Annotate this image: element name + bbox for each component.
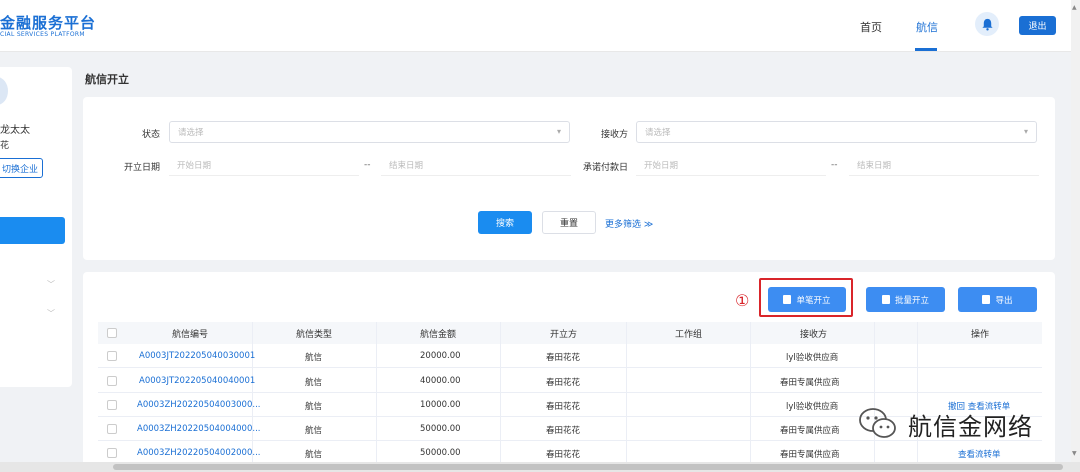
notification-button[interactable] [975,12,999,36]
column-header: 开立方 [550,330,578,340]
wechat-icon [859,408,896,438]
sidebar-item-active[interactable] [0,217,65,244]
nav-active-indicator [915,48,937,51]
row-issuer: 春田花花 [546,353,581,363]
document-icon [783,295,792,304]
logo-title: 金融服务平台 [0,14,97,32]
open-date-label: 开立日期 [123,163,160,173]
status-placeholder: 请选择 [178,128,204,138]
row-type: 航信 [305,450,323,460]
date-separator: -- [831,160,838,170]
user-company: 花 [0,141,10,151]
batch-open-button[interactable]: 批量开立 [866,287,945,312]
row-amount: 20000.00 [420,351,461,361]
scroll-up-icon[interactable]: ▲ [1072,4,1077,11]
column-header: 操作 [971,330,990,340]
column-header: 工作组 [675,330,703,340]
logout-button[interactable]: 退出 [1019,16,1056,35]
row-checkbox[interactable] [107,448,117,458]
row-checkbox[interactable] [107,376,117,386]
row-type: 航信 [305,426,323,436]
status-label: 状态 [141,130,160,140]
row-issuer: 春田花花 [546,378,581,388]
batch-open-label: 批量开立 [894,295,929,306]
receiver-label: 接收方 [600,130,628,140]
row-receiver: 春田专属供应商 [780,426,840,436]
column-header: 航信编号 [172,330,209,340]
select-all-checkbox[interactable] [107,328,117,338]
copy-icon [881,295,890,304]
switch-company-button[interactable]: 切换企业 [0,158,43,178]
column-header: 接收方 [800,330,828,340]
chevron-down-icon[interactable]: ﹀ [47,279,55,290]
row-issuer: 春田花花 [546,426,581,436]
row-receiver: 春田专属供应商 [780,450,840,460]
row-issuer: 春田花花 [546,402,581,412]
chevron-down-icon: ▾ [556,127,561,136]
page-title: 航信开立 [85,73,129,86]
receiver-placeholder: 请选择 [645,128,671,138]
promise-date-start[interactable]: 开始日期 [636,154,826,176]
top-bar: 金融服务平台 CIAL SERVICES PLATFORM 首页 航信 退出 [0,0,1080,52]
user-name: 龙太太 [0,125,30,136]
open-date-end[interactable]: 结束日期 [381,154,571,176]
vertical-scrollbar[interactable] [1071,0,1080,462]
column-header: 航信金额 [420,330,457,340]
row-id-link[interactable]: A0003ZH20220504003000... [137,400,260,410]
avatar [0,77,8,105]
row-id-link[interactable]: A0003ZH20220504002000... [137,448,260,458]
step-annotation: ① [735,291,750,310]
search-button[interactable]: 搜索 [478,211,532,234]
row-amount: 50000.00 [420,448,461,458]
row-checkbox[interactable] [107,400,117,410]
promise-date-end[interactable]: 结束日期 [849,154,1039,176]
row-id-link[interactable]: A0003JT202205040030001 [139,351,255,361]
promise-date-label: 承诺付款日 [582,163,628,173]
scroll-down-icon[interactable]: ▼ [1072,450,1077,457]
date-separator: -- [364,160,371,170]
export-icon [982,295,991,304]
single-open-label: 单笔开立 [796,295,831,306]
row-receiver: lyl验收供应商 [786,402,839,412]
chevron-down-icon[interactable]: ﹀ [47,308,55,319]
horizontal-scroll-thumb[interactable] [113,464,1063,470]
status-select[interactable]: 请选择 ▾ [169,121,570,143]
row-checkbox[interactable] [107,351,117,361]
nav-hangxin[interactable]: 航信 [916,19,938,35]
row-id-link[interactable]: A0003ZH20220504004000... [137,424,260,434]
row-id-link[interactable]: A0003JT202205040040001 [139,376,255,386]
row-receiver: lyl验收供应商 [786,353,839,363]
watermark-text: 航信金网络 [908,412,1033,441]
receiver-select[interactable]: 请选择 ▾ [636,121,1037,143]
single-open-button[interactable]: 单笔开立 [768,287,846,312]
row-type: 航信 [305,402,323,412]
row-amount: 10000.00 [420,400,461,410]
column-header: 航信类型 [296,330,333,340]
export-label: 导出 [995,295,1013,306]
sidebar: 龙太太 花 切换企业 ﹀ ﹀ [0,67,72,387]
bell-icon [981,18,993,31]
row-receiver: 春田专属供应商 [780,378,840,388]
more-filters-link[interactable]: 更多筛选 ≫ [605,217,653,230]
logo-subtitle: CIAL SERVICES PLATFORM [0,31,85,38]
row-amount: 50000.00 [420,424,461,434]
row-issuer: 春田花花 [546,450,581,460]
nav-home[interactable]: 首页 [860,19,882,35]
export-button[interactable]: 导出 [958,287,1037,312]
chevron-down-icon: ▾ [1023,127,1028,136]
row-checkbox[interactable] [107,424,117,434]
row-type: 航信 [305,378,323,388]
row-actions[interactable]: 查看流转单 [958,448,1001,460]
row-type: 航信 [305,353,323,363]
watermark: 航信金网络 [858,402,1033,446]
open-date-start[interactable]: 开始日期 [169,154,359,176]
row-amount: 40000.00 [420,376,461,386]
reset-button[interactable]: 重置 [542,211,596,234]
